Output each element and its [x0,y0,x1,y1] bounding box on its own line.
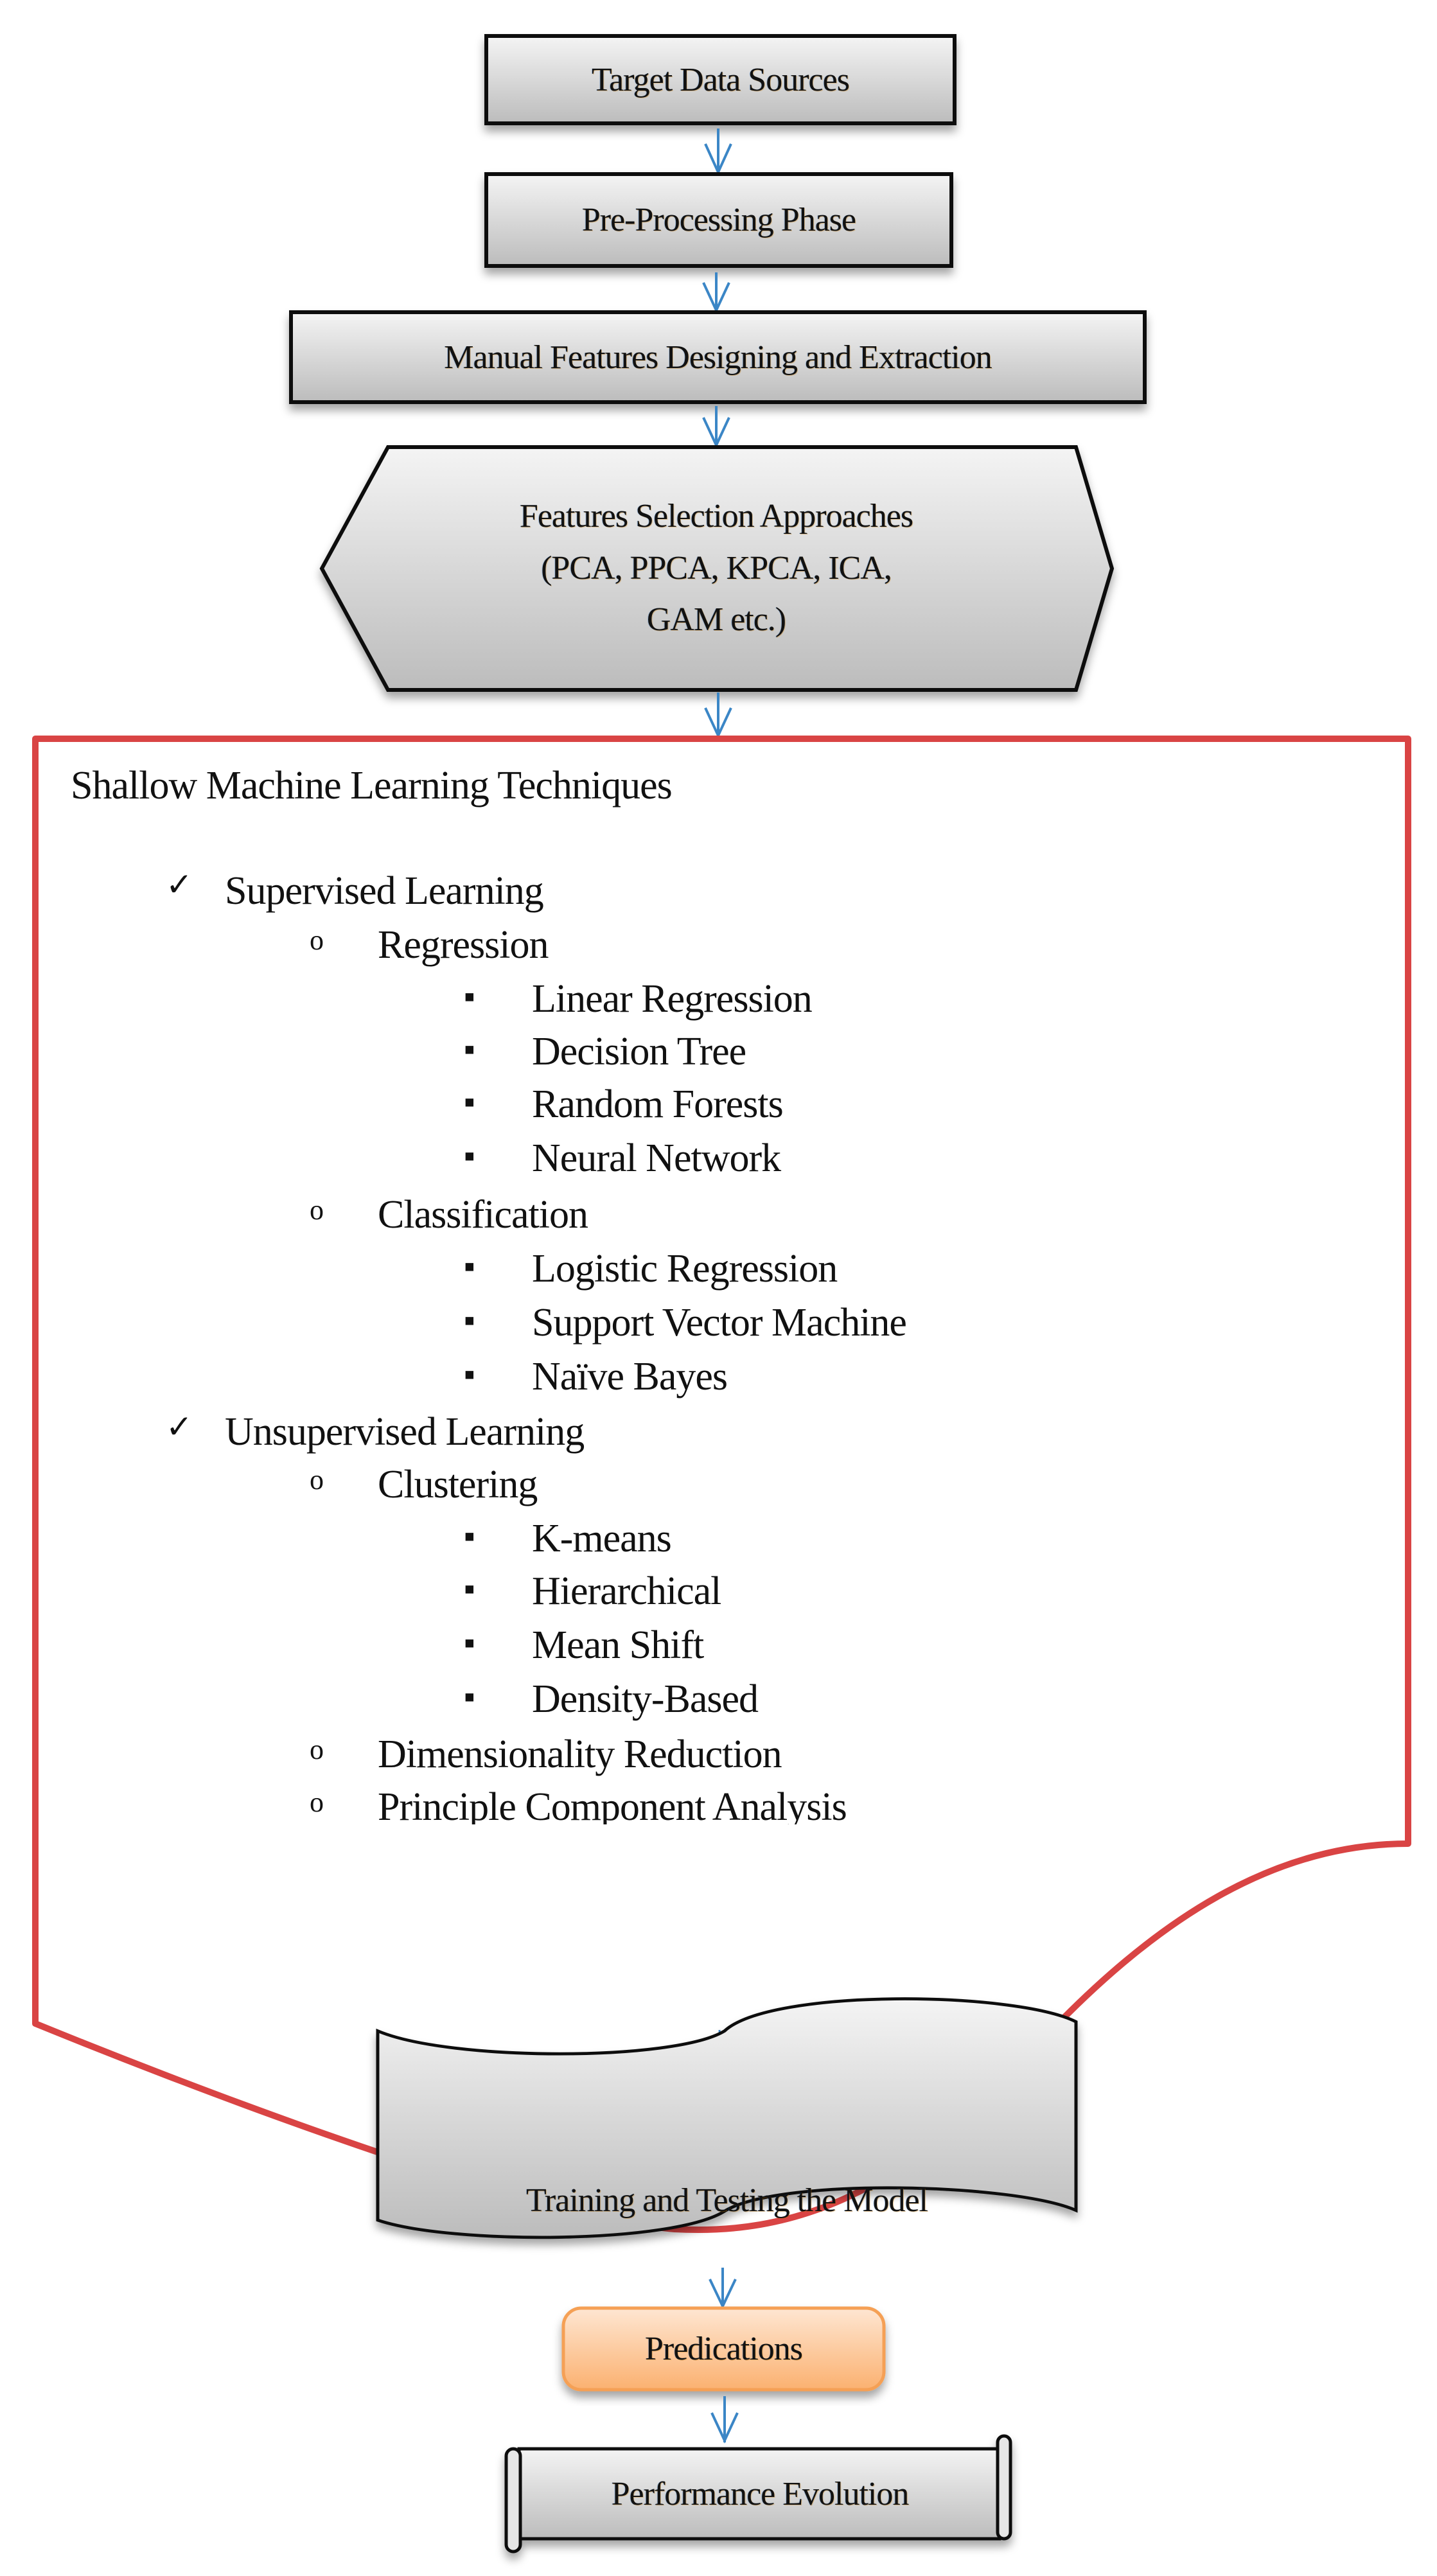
check-icon: ✓ [166,867,193,903]
square-bullet-icon: ▪ [464,1679,475,1715]
circle-bullet-icon: o [310,1786,324,1818]
square-bullet-icon: ▪ [464,1138,475,1174]
group-supervised: Supervised Learning [225,869,544,913]
subgroup-regression: Regression [378,923,549,967]
square-bullet-icon: ▪ [464,1302,475,1338]
item-decision-tree: Decision Tree [532,1030,746,1073]
subgroup-principle-component-analysis: Principle Component Analysis [378,1787,847,1824]
item-support-vector-machine: Support Vector Machine [532,1301,907,1345]
square-bullet-icon: ▪ [464,1571,475,1607]
arrow-7 [710,2396,739,2444]
item-random-forests: Random Forests [532,1082,784,1126]
item-logistic-regression: Logistic Regression [532,1247,838,1291]
manual-features-label: Manual Features Designing and Extraction [444,339,992,376]
circle-bullet-icon: o [310,924,324,956]
circle-bullet-icon: o [310,1464,324,1495]
techniques-title: Shallow Machine Learning Techniques [71,764,673,807]
arrow-3 [702,406,730,448]
techniques-container [32,736,1411,2234]
training-testing-label: Training and Testing the Model [525,2182,928,2219]
item-hierarchical: Hierarchical [532,1569,721,1613]
pre-processing-label: Pre-Processing Phase [581,202,856,238]
item-neural-network: Neural Network [532,1136,781,1180]
arrow-1 [704,128,732,175]
square-bullet-icon: ▪ [464,1518,475,1554]
item-linear-regression: Linear Regression [532,977,813,1021]
arrow-2 [702,272,730,313]
circle-bullet-icon: o [310,1734,324,1765]
square-bullet-icon: ▪ [464,1031,475,1067]
features-selection-label: Features Selection Approaches (PCA, PPCA… [360,463,1073,675]
group-unsupervised: Unsupervised Learning [225,1410,585,1454]
features-selection-line-1: Features Selection Approaches [519,498,913,535]
item-density-based: Density-Based [532,1677,759,1721]
item-naive-bayes: Naïve Bayes [532,1355,728,1398]
square-bullet-icon: ▪ [464,1084,475,1120]
subgroup-classification: Classification [378,1193,588,1237]
square-bullet-icon: ▪ [464,1248,475,1284]
arrow-6 [709,2268,737,2309]
features-selection-line-3: GAM etc.) [646,601,786,639]
square-bullet-icon: ▪ [464,1356,475,1392]
subgroup-clustering: Clustering [378,1463,538,1506]
target-data-sources-label: Target Data Sources [592,61,850,98]
features-selection-line-2: (PCA, PPCA, KPCA, ICA, [541,549,892,587]
item-k-means: K-means [532,1517,672,1560]
circle-bullet-icon: o [310,1194,324,1226]
check-icon: ✓ [166,1409,193,1445]
performance-evolution-label: Performance Evolution [611,2475,910,2512]
predications-label: Predications [644,2331,803,2367]
square-bullet-icon: ▪ [464,1625,475,1661]
subgroup-dimensionality-reduction: Dimensionality Reduction [378,1733,782,1776]
square-bullet-icon: ▪ [464,978,475,1014]
arrow-4 [704,693,732,739]
item-mean-shift: Mean Shift [532,1623,704,1667]
